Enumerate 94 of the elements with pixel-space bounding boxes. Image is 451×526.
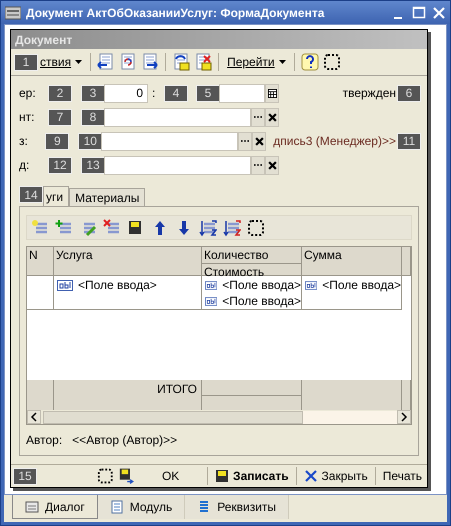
tab-order-badge: 8 xyxy=(81,108,105,126)
horizontal-scrollbar[interactable] xyxy=(27,410,411,424)
column-header: Сумма xyxy=(302,247,402,276)
ellipsis-icon xyxy=(241,139,250,143)
tab-order-badge: 13 xyxy=(81,156,105,174)
tab-order-badge: 14 xyxy=(19,186,43,203)
scroll-right-icon[interactable] xyxy=(397,410,411,424)
tab-order-badge: 2 xyxy=(48,84,72,102)
cell-text: <Поле ввода> xyxy=(222,294,301,308)
ok-button[interactable]: OK xyxy=(138,469,204,483)
total-label: ИТОГО xyxy=(54,380,202,410)
maximize-icon[interactable] xyxy=(412,6,426,20)
field-label: нт: xyxy=(19,110,34,124)
tab[interactable]: Модуль xyxy=(98,495,186,519)
tab[interactable]: Реквизиты xyxy=(185,495,290,519)
input-field[interactable] xyxy=(104,108,251,126)
tab-order-badge: 12 xyxy=(48,156,72,174)
tab-order-badge: 11 xyxy=(397,132,421,150)
column-header: Стоимость xyxy=(202,263,301,280)
scroll-left-icon[interactable] xyxy=(27,410,41,424)
author-value: <<Автор (Автор)>> xyxy=(72,433,178,447)
input-field[interactable] xyxy=(104,156,251,174)
ellipsis-icon xyxy=(254,163,262,167)
save-icon[interactable] xyxy=(172,53,190,71)
tab-order-badge: 10 xyxy=(78,132,102,150)
text-field-icon xyxy=(205,296,218,306)
date-field[interactable] xyxy=(219,84,265,102)
ellipsis-icon xyxy=(254,115,262,119)
frame-icon xyxy=(97,467,114,485)
frame-icon[interactable] xyxy=(322,53,341,71)
clear-button[interactable] xyxy=(265,156,279,174)
text-field-icon xyxy=(57,280,73,290)
caption-text: твержден xyxy=(342,86,396,100)
author-label: Автор: xyxy=(26,433,62,447)
column-header: N xyxy=(27,247,54,276)
column-header: Услуга xyxy=(54,247,202,276)
refresh-icon[interactable] xyxy=(119,53,138,71)
goto-menu[interactable]: Перейти xyxy=(225,55,288,69)
close-button[interactable]: Закрыть xyxy=(300,469,371,483)
close-icon xyxy=(304,469,318,483)
sort-za-icon[interactable] xyxy=(223,218,241,236)
tab-order-badge: 6 xyxy=(397,84,421,102)
clear-icon xyxy=(268,112,276,122)
print-button[interactable]: Печать xyxy=(380,469,425,483)
text-field-icon xyxy=(205,280,218,290)
tab[interactable]: Материалы xyxy=(69,188,146,206)
tab-order-badge: 1 xyxy=(14,54,38,70)
tab-order-badge: 9 xyxy=(45,132,70,150)
column-header: Количество xyxy=(203,247,270,263)
clear-icon xyxy=(254,136,264,146)
document-icon xyxy=(110,500,124,514)
frame-icon[interactable] xyxy=(247,218,265,236)
clear-button[interactable] xyxy=(252,132,266,150)
caret-icon xyxy=(278,60,286,64)
clear-button[interactable] xyxy=(265,108,279,126)
sort-az-icon[interactable] xyxy=(199,218,217,236)
app-icon xyxy=(5,6,21,20)
tab[interactable]: уги xyxy=(43,186,70,206)
actions-menu[interactable]: ствия xyxy=(38,55,84,69)
tab-order-badge: 7 xyxy=(48,108,72,126)
delete-icon[interactable] xyxy=(103,218,121,236)
tab-order-badge: 5 xyxy=(196,84,220,102)
tab-order-badge: 15 xyxy=(13,468,37,484)
save-button[interactable]: Записать xyxy=(212,469,292,483)
tab-order-badge: 3 xyxy=(81,84,105,102)
calendar-icon xyxy=(268,88,276,98)
caret-icon xyxy=(75,60,82,64)
cell-text: <Поле ввода> xyxy=(78,278,157,292)
input-field[interactable] xyxy=(101,132,238,150)
select-button[interactable] xyxy=(238,132,252,150)
save-icon xyxy=(118,467,134,485)
dialog-icon xyxy=(25,500,39,514)
caption-text: дпись3 (Менеджер)>> xyxy=(273,134,396,148)
field-label: з: xyxy=(19,134,28,148)
field-label: ер: xyxy=(19,86,36,100)
tab-order-badge: 4 xyxy=(164,84,188,102)
floppy-icon xyxy=(215,469,230,483)
tab[interactable]: Диалог xyxy=(12,495,98,519)
select-button[interactable] xyxy=(251,108,265,126)
close-icon[interactable] xyxy=(432,6,446,20)
insert-icon[interactable] xyxy=(55,218,73,236)
form-title: Документ xyxy=(11,30,427,49)
window-title: Документ АктОбОказанииУслуг: ФормаДокумента xyxy=(26,6,326,20)
cell-text: <Поле ввода> xyxy=(322,278,401,292)
text-field-icon xyxy=(305,280,318,290)
clear-icon xyxy=(268,160,276,170)
field-label: д: xyxy=(19,158,30,172)
cell-text: <Поле ввода> xyxy=(222,278,301,292)
calendar-button[interactable] xyxy=(265,84,279,102)
select-button[interactable] xyxy=(251,156,265,174)
number-field[interactable]: 0 xyxy=(104,84,148,102)
help-icon[interactable] xyxy=(300,53,319,71)
delete-icon[interactable] xyxy=(194,53,212,71)
field-label: : xyxy=(152,86,156,100)
